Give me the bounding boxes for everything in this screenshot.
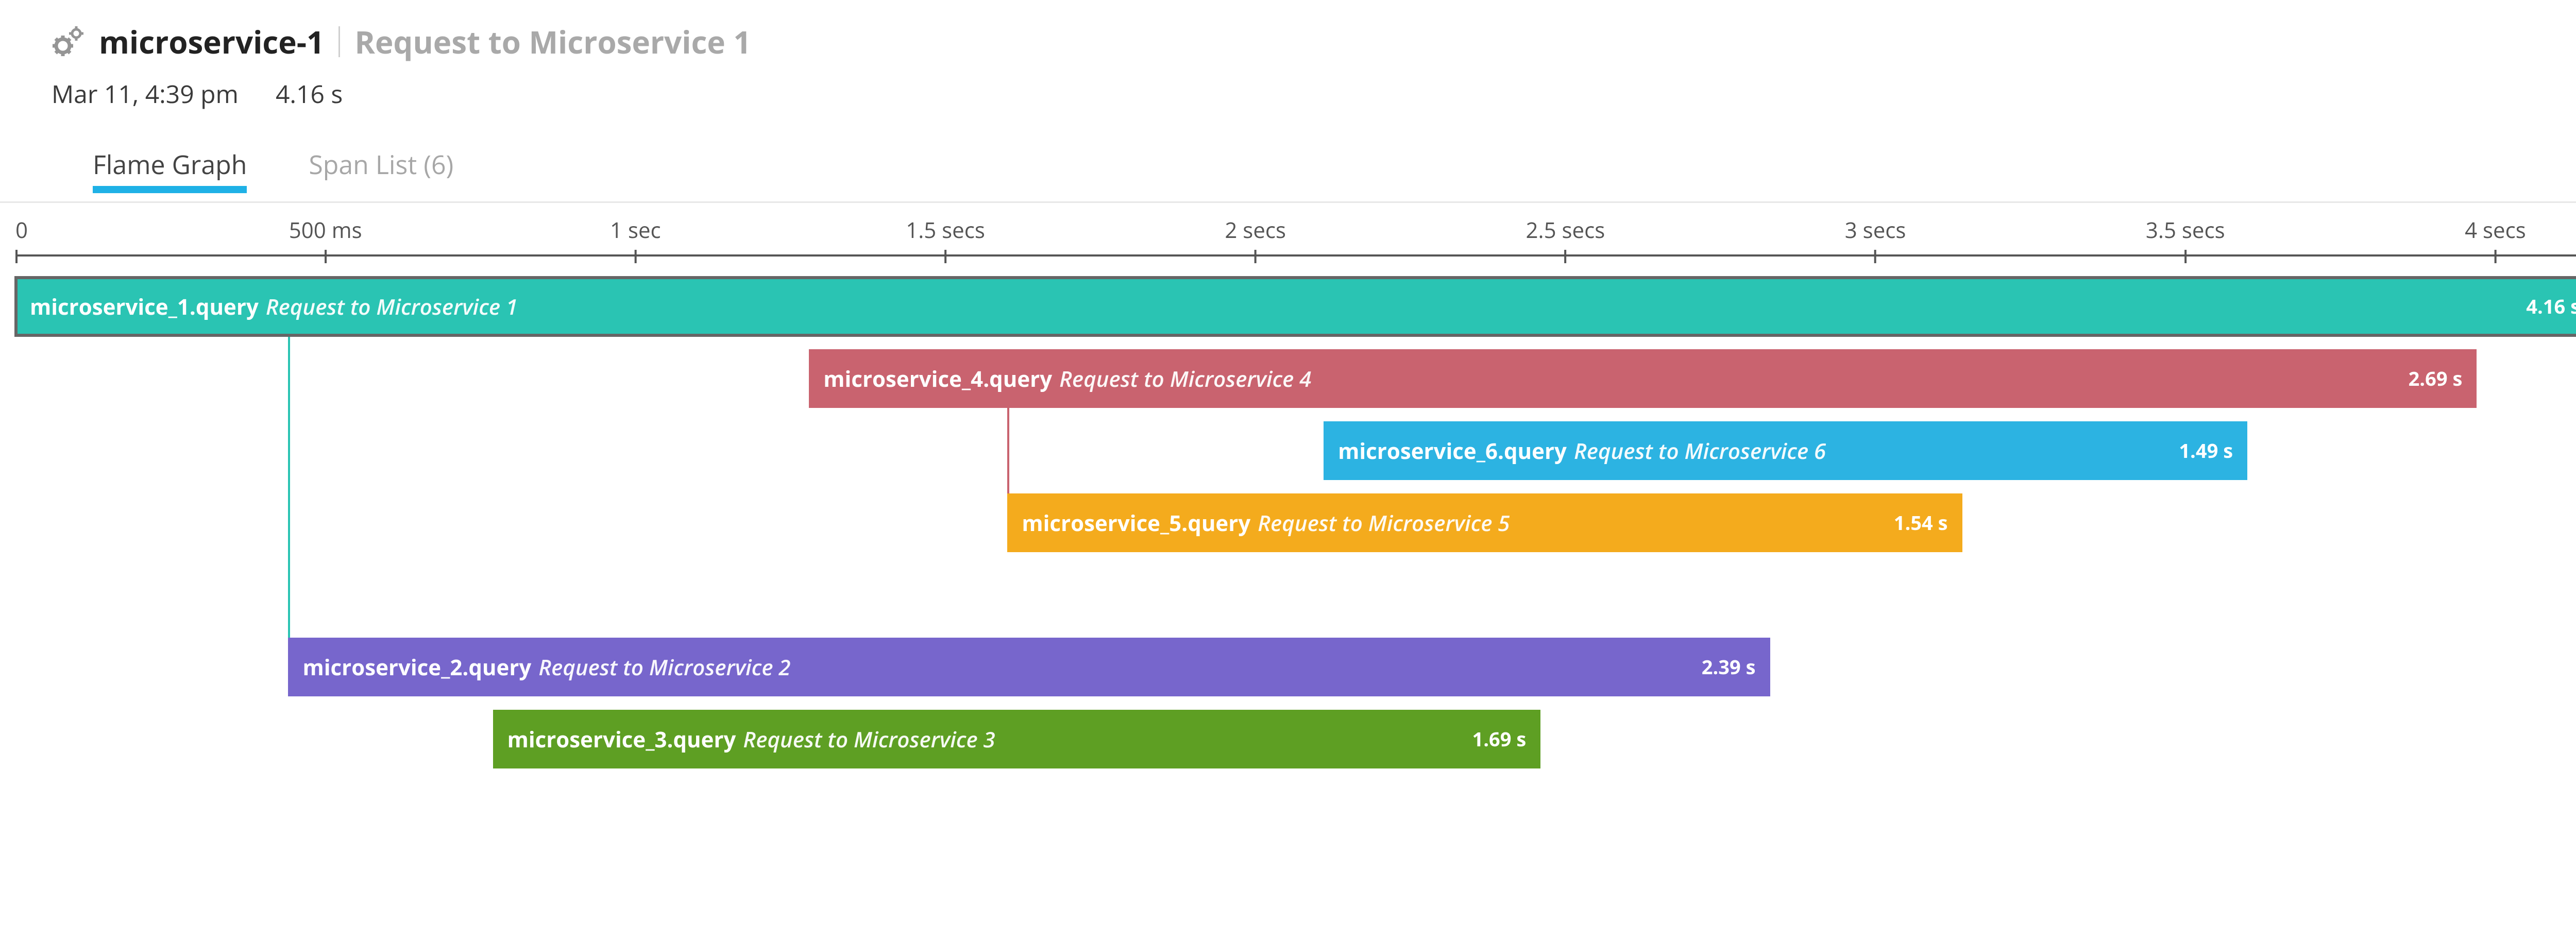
- axis-tick-label: 3 secs: [1845, 215, 1906, 245]
- span-duration: 2.69 s: [2409, 365, 2463, 392]
- request-title: Request to Microservice 1: [354, 21, 751, 63]
- axis-tick: 1 sec: [610, 215, 661, 263]
- tab-flame[interactable]: Flame Graph: [93, 147, 247, 191]
- span-bar-s4[interactable]: microservice_4.queryRequest to Microserv…: [809, 349, 2477, 408]
- span-operation: microservice_1.query: [30, 292, 259, 321]
- span-description: Request to Microservice 6: [1574, 436, 1826, 466]
- axis-tick-label: 500 ms: [289, 215, 362, 245]
- axis-tick-label: 1 sec: [610, 215, 661, 245]
- axis-tick-label: 0: [15, 215, 28, 245]
- span-duration: 1.49 s: [2179, 437, 2233, 464]
- span-bar-s3[interactable]: microservice_3.queryRequest to Microserv…: [493, 710, 1541, 768]
- axis-tick: 4 secs: [2465, 215, 2526, 263]
- service-name: microservice-1: [99, 21, 324, 63]
- axis-tick: 2 secs: [1225, 215, 1286, 263]
- span-duration: 4.16 s: [2526, 293, 2576, 320]
- axis-tick: 1.5 secs: [906, 215, 985, 263]
- span-bar-s1[interactable]: microservice_1.queryRequest to Microserv…: [15, 277, 2576, 336]
- span-operation: microservice_6.query: [1338, 436, 1567, 466]
- span-description: Request to Microservice 5: [1258, 508, 1510, 538]
- tab-span-list[interactable]: Span List (6): [309, 147, 453, 191]
- span-connector: [1007, 408, 1009, 493]
- axis-tick-label: 3.5 secs: [2146, 215, 2225, 245]
- axis-tick-label: 2 secs: [1225, 215, 1286, 245]
- span-description: Request to Microservice 4: [1059, 364, 1311, 394]
- span-connector: [288, 336, 290, 638]
- span-operation: microservice_4.query: [823, 364, 1052, 394]
- span-description: Request to Microservice 3: [743, 725, 995, 754]
- span-bar-s5[interactable]: microservice_5.query Request to Microserv…: [1007, 493, 1962, 552]
- trace-duration: 4.16 s: [276, 77, 343, 111]
- trace-timestamp: Mar 11, 4:39 pm: [52, 77, 239, 111]
- span-bar-s2[interactable]: microservice_2.queryRequest to Microserv…: [288, 638, 1770, 696]
- span-operation: microservice_5.query: [1022, 508, 1250, 538]
- axis-tick: 0: [15, 215, 28, 263]
- gears-icon: [52, 25, 84, 58]
- span-duration: 2.39 s: [1702, 654, 1756, 680]
- span-bar-s6[interactable]: microservice_6.queryRequest to Microserv…: [1324, 421, 2247, 480]
- axis-tick: 3 secs: [1845, 215, 1906, 263]
- axis-tick: 3.5 secs: [2146, 215, 2225, 263]
- axis-tick-label: 2.5 secs: [1526, 215, 1605, 245]
- span-description: Request to Microservice 2: [538, 653, 790, 682]
- span-operation: microservice_3.query: [507, 725, 736, 754]
- header-divider: [338, 26, 340, 57]
- time-axis: 0 500 ms 1 sec 1.5 secs 2 secs 2.5 secs 3 secs…: [15, 215, 2576, 257]
- axis-tick-label: 4 secs: [2465, 215, 2526, 245]
- axis-tick: 500 ms: [289, 215, 362, 263]
- span-description: Request to Microservice 1: [266, 292, 518, 321]
- span-duration: 1.69 s: [1472, 726, 1526, 753]
- axis-tick: 2.5 secs: [1526, 215, 1605, 263]
- span-duration: 1.54 s: [1894, 509, 1948, 536]
- axis-tick-label: 1.5 secs: [906, 215, 985, 245]
- span-operation: microservice_2.query: [302, 653, 531, 682]
- flame-graph: microservice_1.queryRequest to Microserv…: [15, 277, 2576, 844]
